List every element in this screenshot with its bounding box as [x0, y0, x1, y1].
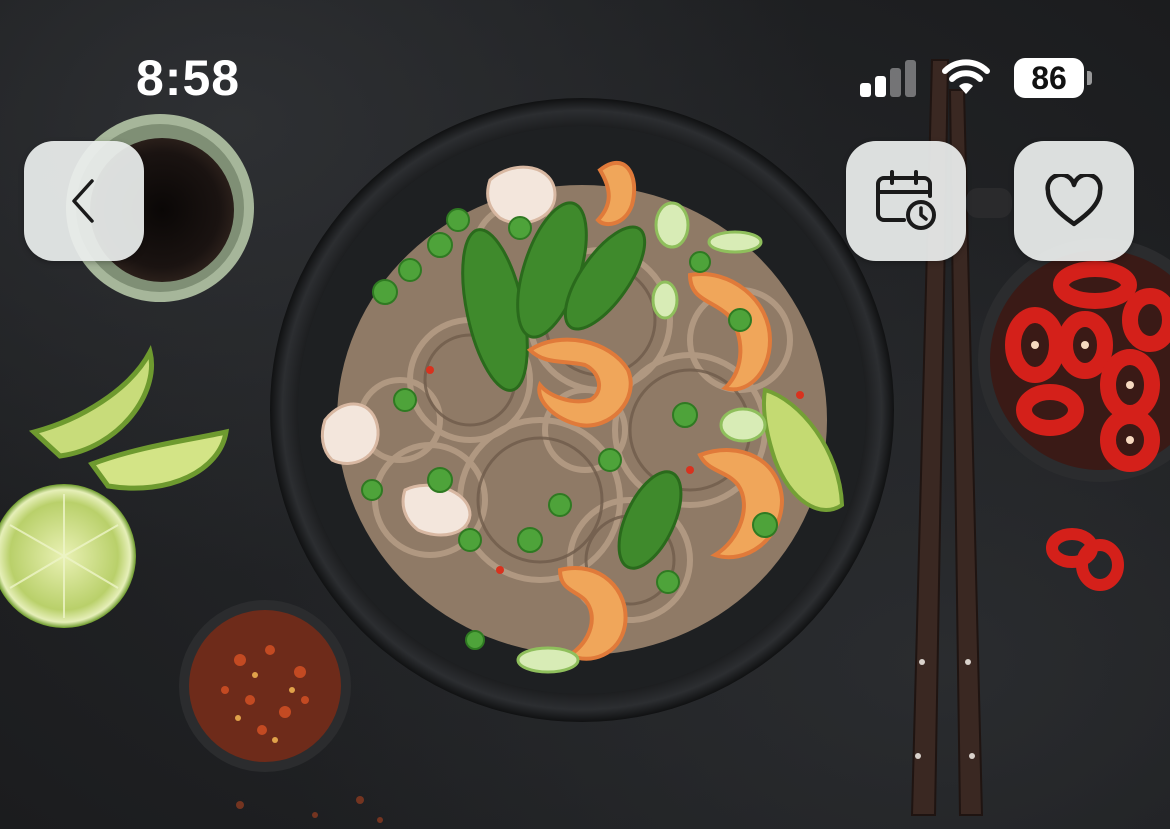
lime-slices [0, 345, 230, 628]
recipe-hero-image [0, 59, 1170, 823]
calendar-clock-icon [876, 170, 936, 230]
status-time: 8:58 [136, 50, 241, 106]
red-chili-dish [978, 238, 1170, 482]
status-indicators: 86 [860, 56, 1092, 100]
heart-outline-icon [1045, 174, 1103, 227]
loose-chili-rings [1046, 528, 1124, 591]
cellular-signal-icon [860, 59, 918, 97]
wifi-icon [942, 59, 990, 94]
chili-crumbs [236, 796, 383, 823]
schedule-button[interactable] [846, 141, 966, 261]
battery-level: 86 [1031, 59, 1067, 96]
favorite-button[interactable] [1014, 141, 1134, 261]
recipe-detail-screen: 8:58 86 [0, 0, 1170, 829]
chevron-left-icon [72, 179, 94, 223]
battery-icon: 86 [1014, 58, 1092, 98]
back-button[interactable] [24, 141, 144, 261]
noodle-bowl [270, 98, 894, 722]
chili-flakes-dish [179, 600, 351, 772]
